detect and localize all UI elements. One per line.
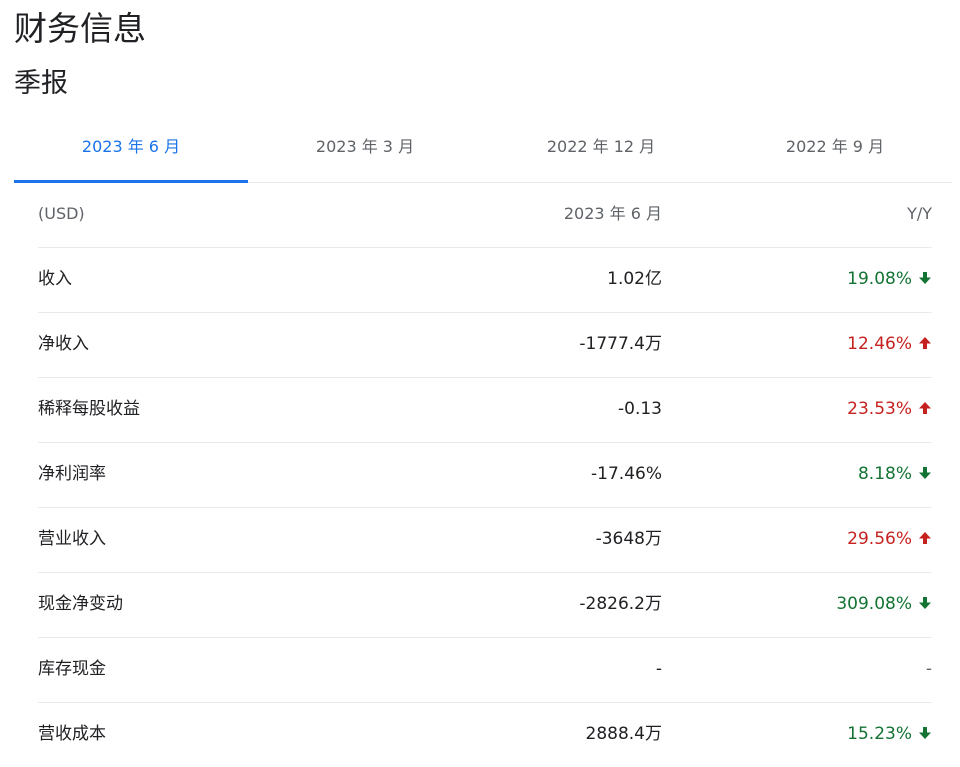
tab-2023-03[interactable]: 2023 年 3 月 — [248, 116, 482, 182]
financial-info-page: 财务信息 季报 2023 年 6 月 2023 年 3 月 2022 年 12 … — [0, 0, 960, 757]
metric-label: 稀释每股收益 — [38, 399, 140, 419]
yoy-value: - — [925, 659, 932, 679]
arrow-up-icon — [919, 337, 931, 349]
arrow-up-icon — [919, 532, 931, 544]
arrow-up-icon — [919, 402, 931, 414]
metric-value: -3648万 — [595, 529, 662, 549]
metric-value: -0.13 — [618, 399, 662, 419]
metric-label: 营业收入 — [38, 529, 106, 549]
arrow-down-icon — [919, 597, 931, 609]
page-title: 财务信息 — [14, 9, 146, 48]
metric-value: -17.46% — [591, 464, 662, 484]
metric-value: -2826.2万 — [579, 594, 662, 614]
table-header-row: (USD) 2023 年 6 月 Y/Y — [38, 183, 932, 248]
yoy-cell: 29.56% — [847, 508, 932, 572]
yoy-value: 19.08% — [847, 269, 912, 289]
section-title: 季报 — [14, 68, 68, 99]
table-body: 收入 1.02亿 19.08% 净收入 -1777.4万 12.46% 稀释每股收益 -0.1… — [38, 248, 932, 767]
metric-label: 净利润率 — [38, 464, 106, 484]
metric-label: 净收入 — [38, 334, 89, 354]
arrow-down-icon — [919, 727, 931, 739]
metric-value: - — [655, 659, 662, 679]
table-row: 营业收入 -3648万 29.56% — [38, 508, 932, 573]
metric-value: 1.02亿 — [607, 269, 662, 289]
metric-label: 现金净变动 — [38, 594, 123, 614]
arrow-down-icon — [919, 272, 931, 284]
yoy-cell: 15.23% — [847, 703, 932, 767]
table-row: 稀释每股收益 -0.13 23.53% — [38, 378, 932, 443]
yoy-cell: 19.08% — [847, 248, 932, 312]
header-currency: (USD) — [38, 204, 85, 223]
metric-label: 库存现金 — [38, 659, 106, 679]
header-period: 2023 年 6 月 — [563, 204, 662, 223]
yoy-value: 15.23% — [847, 724, 912, 744]
table-row: 收入 1.02亿 19.08% — [38, 248, 932, 313]
yoy-value: 23.53% — [847, 399, 912, 419]
yoy-cell: - — [926, 638, 932, 702]
yoy-value: 309.08% — [836, 594, 912, 614]
yoy-value: 29.56% — [847, 529, 912, 549]
table-row: 现金净变动 -2826.2万 309.08% — [38, 573, 932, 638]
table-row: 净收入 -1777.4万 12.46% — [38, 313, 932, 378]
metric-label: 收入 — [38, 269, 72, 289]
financial-table: (USD) 2023 年 6 月 Y/Y 收入 1.02亿 19.08% 净收入 -17… — [38, 183, 932, 767]
yoy-cell: 12.46% — [847, 313, 932, 377]
tab-2023-06[interactable]: 2023 年 6 月 — [14, 116, 248, 183]
yoy-value: 12.46% — [847, 334, 912, 354]
table-row: 库存现金 - - — [38, 638, 932, 703]
yoy-cell: 309.08% — [836, 573, 932, 637]
arrow-down-icon — [919, 467, 931, 479]
tab-2022-12[interactable]: 2022 年 12 月 — [484, 116, 718, 182]
yoy-value: 8.18% — [857, 464, 912, 484]
yoy-cell: 8.18% — [858, 443, 932, 507]
table-row: 营收成本 2888.4万 15.23% — [38, 703, 932, 767]
table-row: 净利润率 -17.46% 8.18% — [38, 443, 932, 508]
tab-2022-09[interactable]: 2022 年 9 月 — [718, 116, 952, 182]
metric-label: 营收成本 — [38, 724, 106, 744]
yoy-cell: 23.53% — [847, 378, 932, 442]
metric-value: 2888.4万 — [585, 724, 662, 744]
period-tabs: 2023 年 6 月 2023 年 3 月 2022 年 12 月 2022 年… — [14, 116, 952, 183]
header-yoy: Y/Y — [907, 204, 932, 223]
metric-value: -1777.4万 — [579, 334, 662, 354]
